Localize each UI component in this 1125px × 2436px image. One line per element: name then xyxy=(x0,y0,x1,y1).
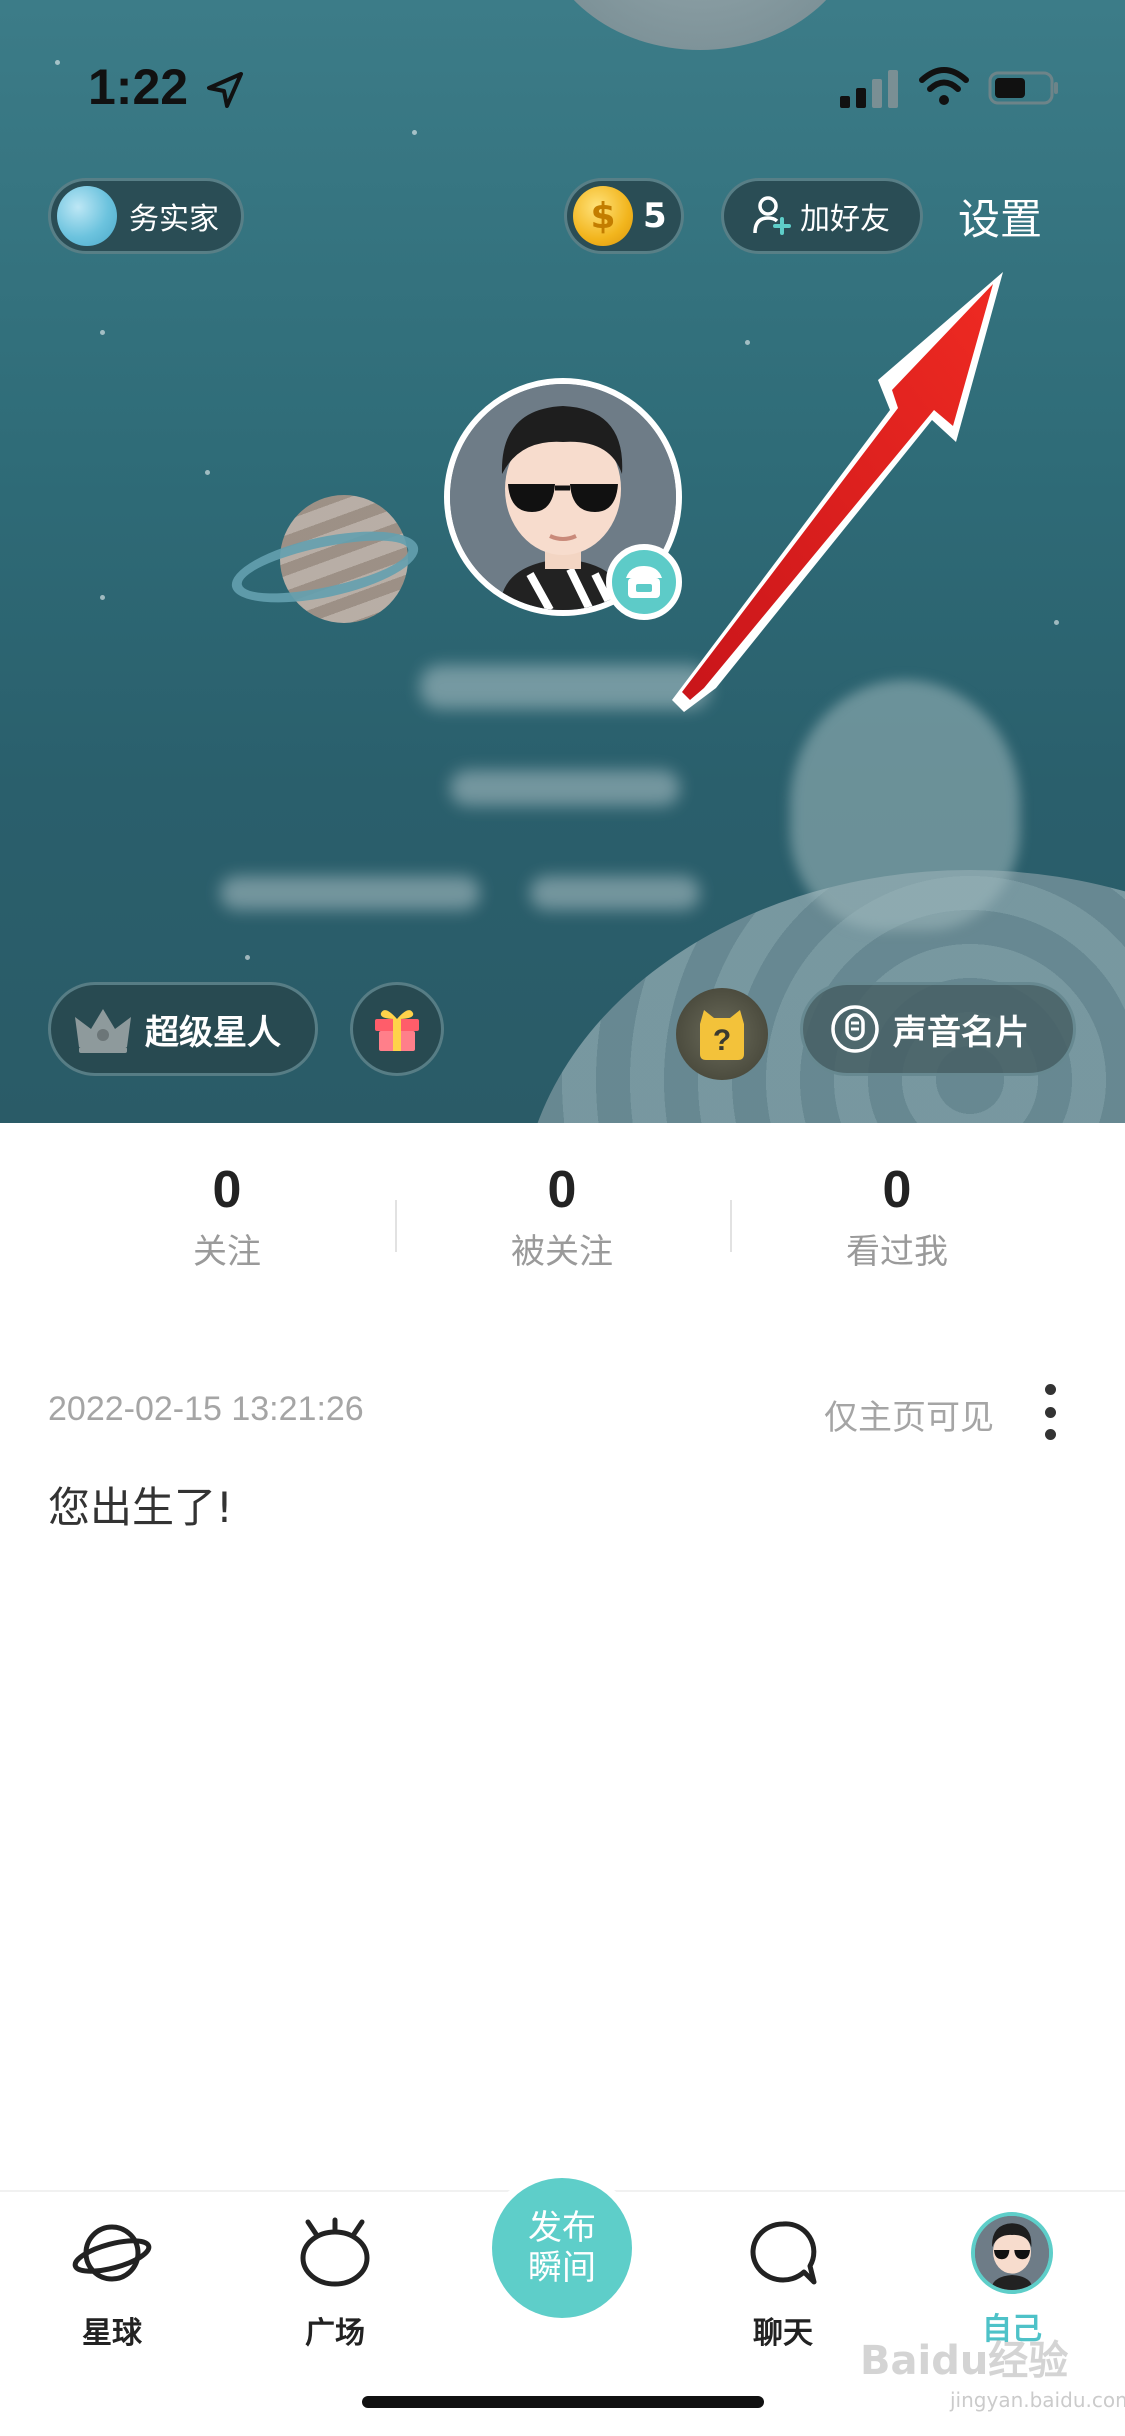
blurred-tag xyxy=(220,876,480,910)
blurred-tag xyxy=(530,876,700,910)
gift-icon xyxy=(375,1010,419,1051)
shop-icon xyxy=(626,566,662,598)
watermark-url: jingyan.baidu.com xyxy=(950,2388,1125,2412)
tab-label: 广场 xyxy=(305,2316,365,2351)
square-icon xyxy=(300,2217,370,2287)
coin-count: 5 xyxy=(643,196,667,236)
chat-icon xyxy=(750,2221,817,2285)
star xyxy=(245,955,250,960)
stat-label: 被关注 xyxy=(511,1232,613,1272)
stat-viewed-me[interactable]: 0 看过我 xyxy=(730,1160,1064,1273)
coin-icon: $ xyxy=(573,186,633,246)
star xyxy=(412,130,417,135)
super-star-label: 超级星人 xyxy=(145,1012,281,1053)
stat-label: 看过我 xyxy=(846,1232,948,1272)
planet-icon xyxy=(57,186,117,246)
location-arrow-icon xyxy=(207,72,243,108)
stat-value: 0 xyxy=(547,1161,577,1219)
tab-square[interactable]: 广场 xyxy=(255,2212,415,2352)
stat-followers[interactable]: 0 被关注 xyxy=(395,1160,729,1273)
more-dots-icon xyxy=(1044,1384,1056,1395)
gift-button[interactable] xyxy=(350,982,444,1076)
star xyxy=(205,470,210,475)
star xyxy=(1054,620,1059,625)
mystery-box-button[interactable]: ? xyxy=(676,988,768,1080)
home-indicator[interactable] xyxy=(362,2396,764,2408)
publish-label-line2: 瞬间 xyxy=(528,2248,596,2288)
avatar xyxy=(971,2212,1053,2294)
super-star-vip-button[interactable]: 超级星人 xyxy=(48,982,318,1076)
crown-icon xyxy=(75,1009,131,1053)
voice-card-button[interactable]: 声音名片 xyxy=(800,982,1076,1076)
post-content: 您出生了! xyxy=(48,1483,233,1532)
mystery-cat-icon: ? xyxy=(700,1010,744,1060)
tab-label: 聊天 xyxy=(753,2316,813,2351)
add-friend-button[interactable]: 加好友 xyxy=(721,178,923,254)
stat-value: 0 xyxy=(882,1161,912,1219)
blurred-id xyxy=(450,770,680,806)
post-more-menu-button[interactable] xyxy=(1038,1384,1062,1440)
star xyxy=(55,60,60,65)
coin-balance-button[interactable]: $ 5 xyxy=(564,178,684,254)
profile-stats: 0 关注 0 被关注 0 看过我 xyxy=(0,1160,1125,1300)
star xyxy=(100,330,105,335)
post-visibility: 仅主页可见 xyxy=(824,1398,994,1438)
stat-following[interactable]: 0 关注 xyxy=(60,1160,394,1273)
publish-moment-button[interactable]: 发布 瞬间 xyxy=(492,2178,632,2318)
publish-label-line1: 发布 xyxy=(528,2208,596,2248)
moon-decoration xyxy=(540,0,860,50)
wifi-icon xyxy=(919,67,969,105)
star xyxy=(100,595,105,600)
planet-icon xyxy=(72,2224,152,2282)
red-annotation-arrow xyxy=(672,272,1003,712)
tab-planet[interactable]: 星球 xyxy=(32,2212,192,2352)
stat-label: 关注 xyxy=(193,1232,261,1272)
battery-icon xyxy=(988,71,1058,105)
tab-chat[interactable]: 聊天 xyxy=(703,2212,863,2352)
stat-value: 0 xyxy=(212,1161,242,1219)
add-user-icon xyxy=(753,196,791,235)
add-friend-label: 加好友 xyxy=(800,202,890,237)
cellular-signal-icon xyxy=(840,70,898,108)
small-planet-decoration xyxy=(225,495,425,625)
tab-label: 星球 xyxy=(82,2316,142,2351)
planet-identity-label: 务实家 xyxy=(129,202,219,237)
status-time: 1:22 xyxy=(88,59,189,115)
post-timestamp: 2022-02-15 13:21:26 xyxy=(48,1390,364,1428)
svg-text:?: ? xyxy=(713,1024,731,1057)
voice-card-label: 声音名片 xyxy=(893,1012,1029,1053)
baidu-watermark: Baidu经验 xyxy=(860,2338,1069,2384)
planet-identity-button[interactable]: 务实家 xyxy=(48,178,244,254)
voice-icon xyxy=(831,1005,879,1053)
settings-button[interactable]: 设置 xyxy=(958,186,1042,247)
